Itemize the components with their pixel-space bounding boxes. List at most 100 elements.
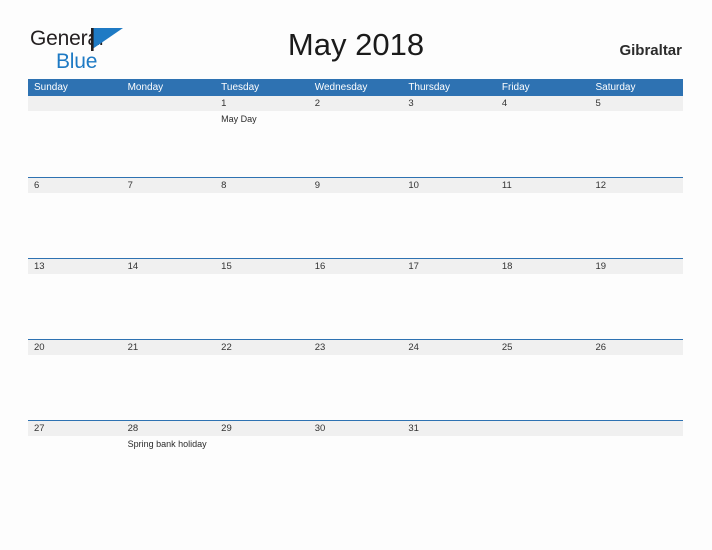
calendar-day-cell[interactable]: 1 May Day xyxy=(215,96,309,177)
calendar-day-cell[interactable]: 3 xyxy=(402,96,496,177)
day-number-band: 12 xyxy=(589,178,684,193)
calendar-day-cell[interactable]: 18 xyxy=(495,259,590,339)
day-number: 20 xyxy=(34,342,45,353)
day-number-band: 28 xyxy=(121,421,216,436)
calendar-day-cell[interactable]: 9 xyxy=(308,178,403,258)
day-number: 27 xyxy=(34,423,45,434)
calendar-day-cell[interactable]: 2 xyxy=(308,96,403,177)
calendar-day-cell[interactable]: 20 xyxy=(28,340,122,420)
day-number: 26 xyxy=(595,342,607,353)
day-number: 2 xyxy=(314,98,321,109)
day-number-band: 7 xyxy=(121,178,216,193)
calendar-week-row: 1 May Day 2 3 4 5 xyxy=(28,96,684,177)
day-events: Spring bank holiday xyxy=(122,436,216,450)
calendar-day-cell[interactable]: 11 xyxy=(495,178,590,258)
day-number: 10 xyxy=(408,180,419,191)
day-number-band: 23 xyxy=(308,340,403,355)
weekday-header-saturday: Saturday xyxy=(595,82,636,93)
holiday-event-label: Spring bank holiday xyxy=(127,439,207,449)
day-number: 29 xyxy=(221,423,232,434)
day-number-band: 17 xyxy=(402,259,496,274)
calendar-day-cell[interactable]: 6 xyxy=(28,178,122,258)
day-number-band: 31 xyxy=(402,421,496,436)
day-number-band: 22 xyxy=(215,340,309,355)
calendar-day-cell-empty xyxy=(495,421,590,501)
day-number: 3 xyxy=(408,98,414,109)
day-number-band: 10 xyxy=(402,178,496,193)
calendar-day-cell[interactable]: 23 xyxy=(308,340,403,420)
calendar-day-cell[interactable]: 29 xyxy=(215,421,309,501)
day-number-band: 2 xyxy=(308,96,403,111)
holiday-event-label: May Day xyxy=(221,114,257,124)
calendar-day-cell-empty xyxy=(28,96,122,177)
calendar-day-cell[interactable]: 13 xyxy=(28,259,122,339)
calendar-week-row: 27 28 Spring bank holiday 29 30 31 xyxy=(28,420,684,501)
day-number-band: 13 xyxy=(28,259,122,274)
day-number: 22 xyxy=(221,342,232,353)
calendar-day-cell[interactable]: 27 xyxy=(28,421,122,501)
day-number-band xyxy=(495,421,590,436)
day-number: 6 xyxy=(34,180,40,191)
day-number: 5 xyxy=(595,98,601,109)
day-number-band xyxy=(121,96,216,111)
weekday-header-wednesday: Wednesday xyxy=(314,82,368,93)
calendar-body: 1 May Day 2 3 4 5 6 7 8 9 10 11 12 13 14 15 16 17 18 19 20 21… xyxy=(28,96,684,501)
weekday-header-row: Sunday Monday Tuesday Wednesday Thursday Frid… xyxy=(28,79,683,96)
day-number: 13 xyxy=(34,261,45,272)
day-number: 24 xyxy=(408,342,419,353)
calendar-day-cell[interactable]: 24 xyxy=(402,340,496,420)
calendar-day-cell[interactable]: 26 xyxy=(589,340,684,420)
calendar-day-cell[interactable]: 12 xyxy=(589,178,684,258)
calendar-day-cell[interactable]: 14 xyxy=(121,259,216,339)
day-number-band: 21 xyxy=(121,340,216,355)
day-number-band: 11 xyxy=(495,178,590,193)
calendar-week-row: 20 21 22 23 24 25 26 xyxy=(28,339,684,420)
calendar-day-cell[interactable]: 28 Spring bank holiday xyxy=(121,421,216,501)
calendar-day-cell[interactable]: 7 xyxy=(121,178,216,258)
calendar-day-cell[interactable]: 25 xyxy=(495,340,590,420)
day-number-band: 15 xyxy=(215,259,309,274)
day-number-band: 6 xyxy=(28,178,122,193)
calendar-day-cell[interactable]: 17 xyxy=(402,259,496,339)
calendar-day-cell[interactable]: 30 xyxy=(308,421,403,501)
day-number: 17 xyxy=(408,261,419,272)
day-number: 16 xyxy=(314,261,326,272)
day-number: 8 xyxy=(221,180,227,191)
calendar-day-cell[interactable]: 31 xyxy=(402,421,496,501)
day-number-band: 3 xyxy=(402,96,496,111)
weekday-header-tuesday: Tuesday xyxy=(221,82,260,93)
calendar-day-cell[interactable]: 8 xyxy=(215,178,309,258)
calendar-day-cell[interactable]: 10 xyxy=(402,178,496,258)
day-number: 21 xyxy=(127,342,139,353)
day-number: 4 xyxy=(501,98,508,109)
calendar-week-row: 6 7 8 9 10 11 12 xyxy=(28,177,684,258)
calendar-day-cell[interactable]: 21 xyxy=(121,340,216,420)
day-number: 12 xyxy=(595,180,607,191)
page-header: General Blue May 2018 Gibraltar xyxy=(0,0,712,78)
day-number-band: 29 xyxy=(215,421,309,436)
day-number: 25 xyxy=(501,342,513,353)
calendar-day-cell[interactable]: 4 xyxy=(495,96,590,177)
calendar-day-cell[interactable]: 19 xyxy=(589,259,684,339)
day-number: 30 xyxy=(314,423,326,434)
weekday-header-monday: Monday xyxy=(127,82,164,93)
calendar-day-cell[interactable]: 22 xyxy=(215,340,309,420)
day-number: 9 xyxy=(314,180,321,191)
calendar-day-cell[interactable]: 16 xyxy=(308,259,403,339)
day-number-band: 8 xyxy=(215,178,309,193)
day-number-band: 4 xyxy=(495,96,590,111)
day-number-band: 30 xyxy=(308,421,403,436)
day-number: 1 xyxy=(221,98,227,109)
day-events: May Day xyxy=(215,111,309,125)
day-number: 11 xyxy=(501,180,512,191)
day-number-band: 14 xyxy=(121,259,216,274)
day-number-band: 18 xyxy=(495,259,590,274)
calendar-day-cell[interactable]: 5 xyxy=(589,96,684,177)
weekday-header-thursday: Thursday xyxy=(408,82,450,93)
weekday-header-sunday: Sunday xyxy=(34,82,68,93)
day-number-band xyxy=(589,421,684,436)
day-number: 18 xyxy=(501,261,513,272)
calendar-day-cell[interactable]: 15 xyxy=(215,259,309,339)
weekday-header-friday: Friday xyxy=(501,82,530,93)
day-number-band: 9 xyxy=(308,178,403,193)
